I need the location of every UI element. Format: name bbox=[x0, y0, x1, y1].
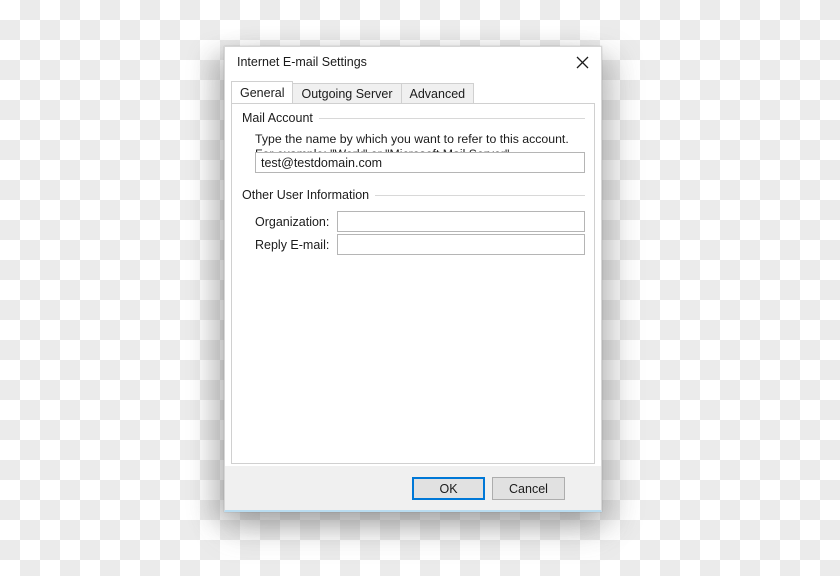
tab-outgoing-server[interactable]: Outgoing Server bbox=[292, 83, 402, 103]
account-name-input[interactable] bbox=[255, 152, 585, 173]
ok-button[interactable]: OK bbox=[412, 477, 485, 500]
field-row-organization: Organization: bbox=[255, 211, 585, 232]
group-other-user-information: Other User Information Organization: Rep… bbox=[242, 187, 585, 255]
close-icon[interactable] bbox=[563, 47, 601, 78]
group-other-user-header: Other User Information bbox=[242, 187, 585, 203]
group-other-user-title: Other User Information bbox=[242, 188, 370, 202]
organization-label: Organization: bbox=[255, 214, 330, 229]
tab-strip: General Outgoing Server Advanced bbox=[231, 81, 601, 103]
group-mail-account: Mail Account Type the name by which you … bbox=[242, 110, 585, 173]
reply-email-label: Reply E-mail: bbox=[255, 237, 330, 252]
group-mail-account-header: Mail Account bbox=[242, 110, 585, 126]
group-rule bbox=[318, 117, 585, 119]
internet-email-settings-dialog: Internet E-mail Settings General Outgoin… bbox=[224, 46, 602, 512]
tab-general[interactable]: General bbox=[231, 81, 294, 103]
dialog-titlebar: Internet E-mail Settings bbox=[225, 47, 601, 79]
group-rule bbox=[375, 194, 585, 196]
group-mail-account-title: Mail Account bbox=[242, 111, 313, 125]
tab-panel-general: Mail Account Type the name by which you … bbox=[231, 103, 595, 464]
dialog-title: Internet E-mail Settings bbox=[237, 55, 367, 69]
dialog-footer: OK Cancel bbox=[225, 466, 601, 510]
tab-advanced[interactable]: Advanced bbox=[400, 83, 475, 103]
cancel-button[interactable]: Cancel bbox=[492, 477, 565, 500]
organization-input[interactable] bbox=[337, 211, 585, 232]
reply-email-input[interactable] bbox=[337, 234, 585, 255]
field-row-reply-email: Reply E-mail: bbox=[255, 234, 585, 255]
